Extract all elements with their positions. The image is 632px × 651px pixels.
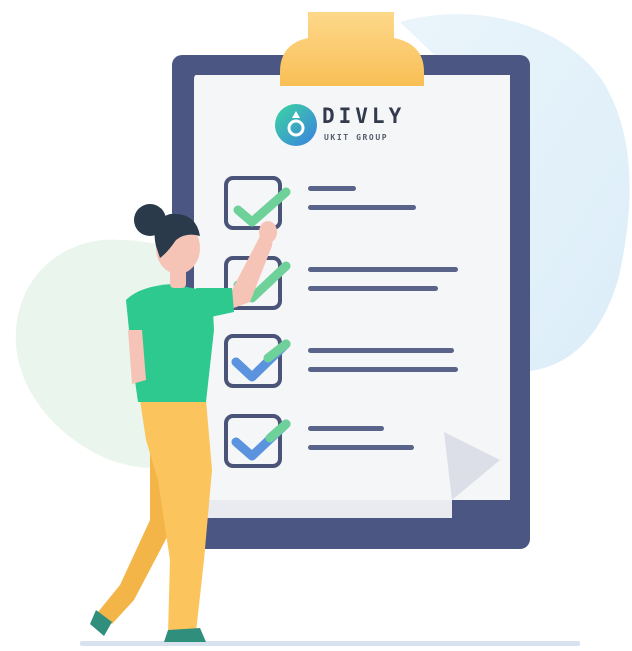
woman-hair-bun	[134, 204, 166, 236]
woman-shoe-front	[164, 628, 206, 642]
text-line	[308, 186, 356, 191]
paper-edge-shadow	[194, 500, 452, 518]
text-line	[308, 205, 416, 210]
text-line	[308, 286, 438, 291]
checklist-illustration: DIVLY UKIT GROUP	[0, 0, 632, 651]
floor-line	[80, 641, 580, 646]
text-line	[308, 267, 458, 272]
logo-icon	[275, 104, 317, 146]
illustration-svg	[15, 12, 630, 646]
woman-hand	[259, 221, 277, 243]
text-line	[308, 367, 458, 372]
text-line	[308, 348, 454, 353]
text-line	[308, 426, 384, 431]
text-line	[308, 445, 414, 450]
